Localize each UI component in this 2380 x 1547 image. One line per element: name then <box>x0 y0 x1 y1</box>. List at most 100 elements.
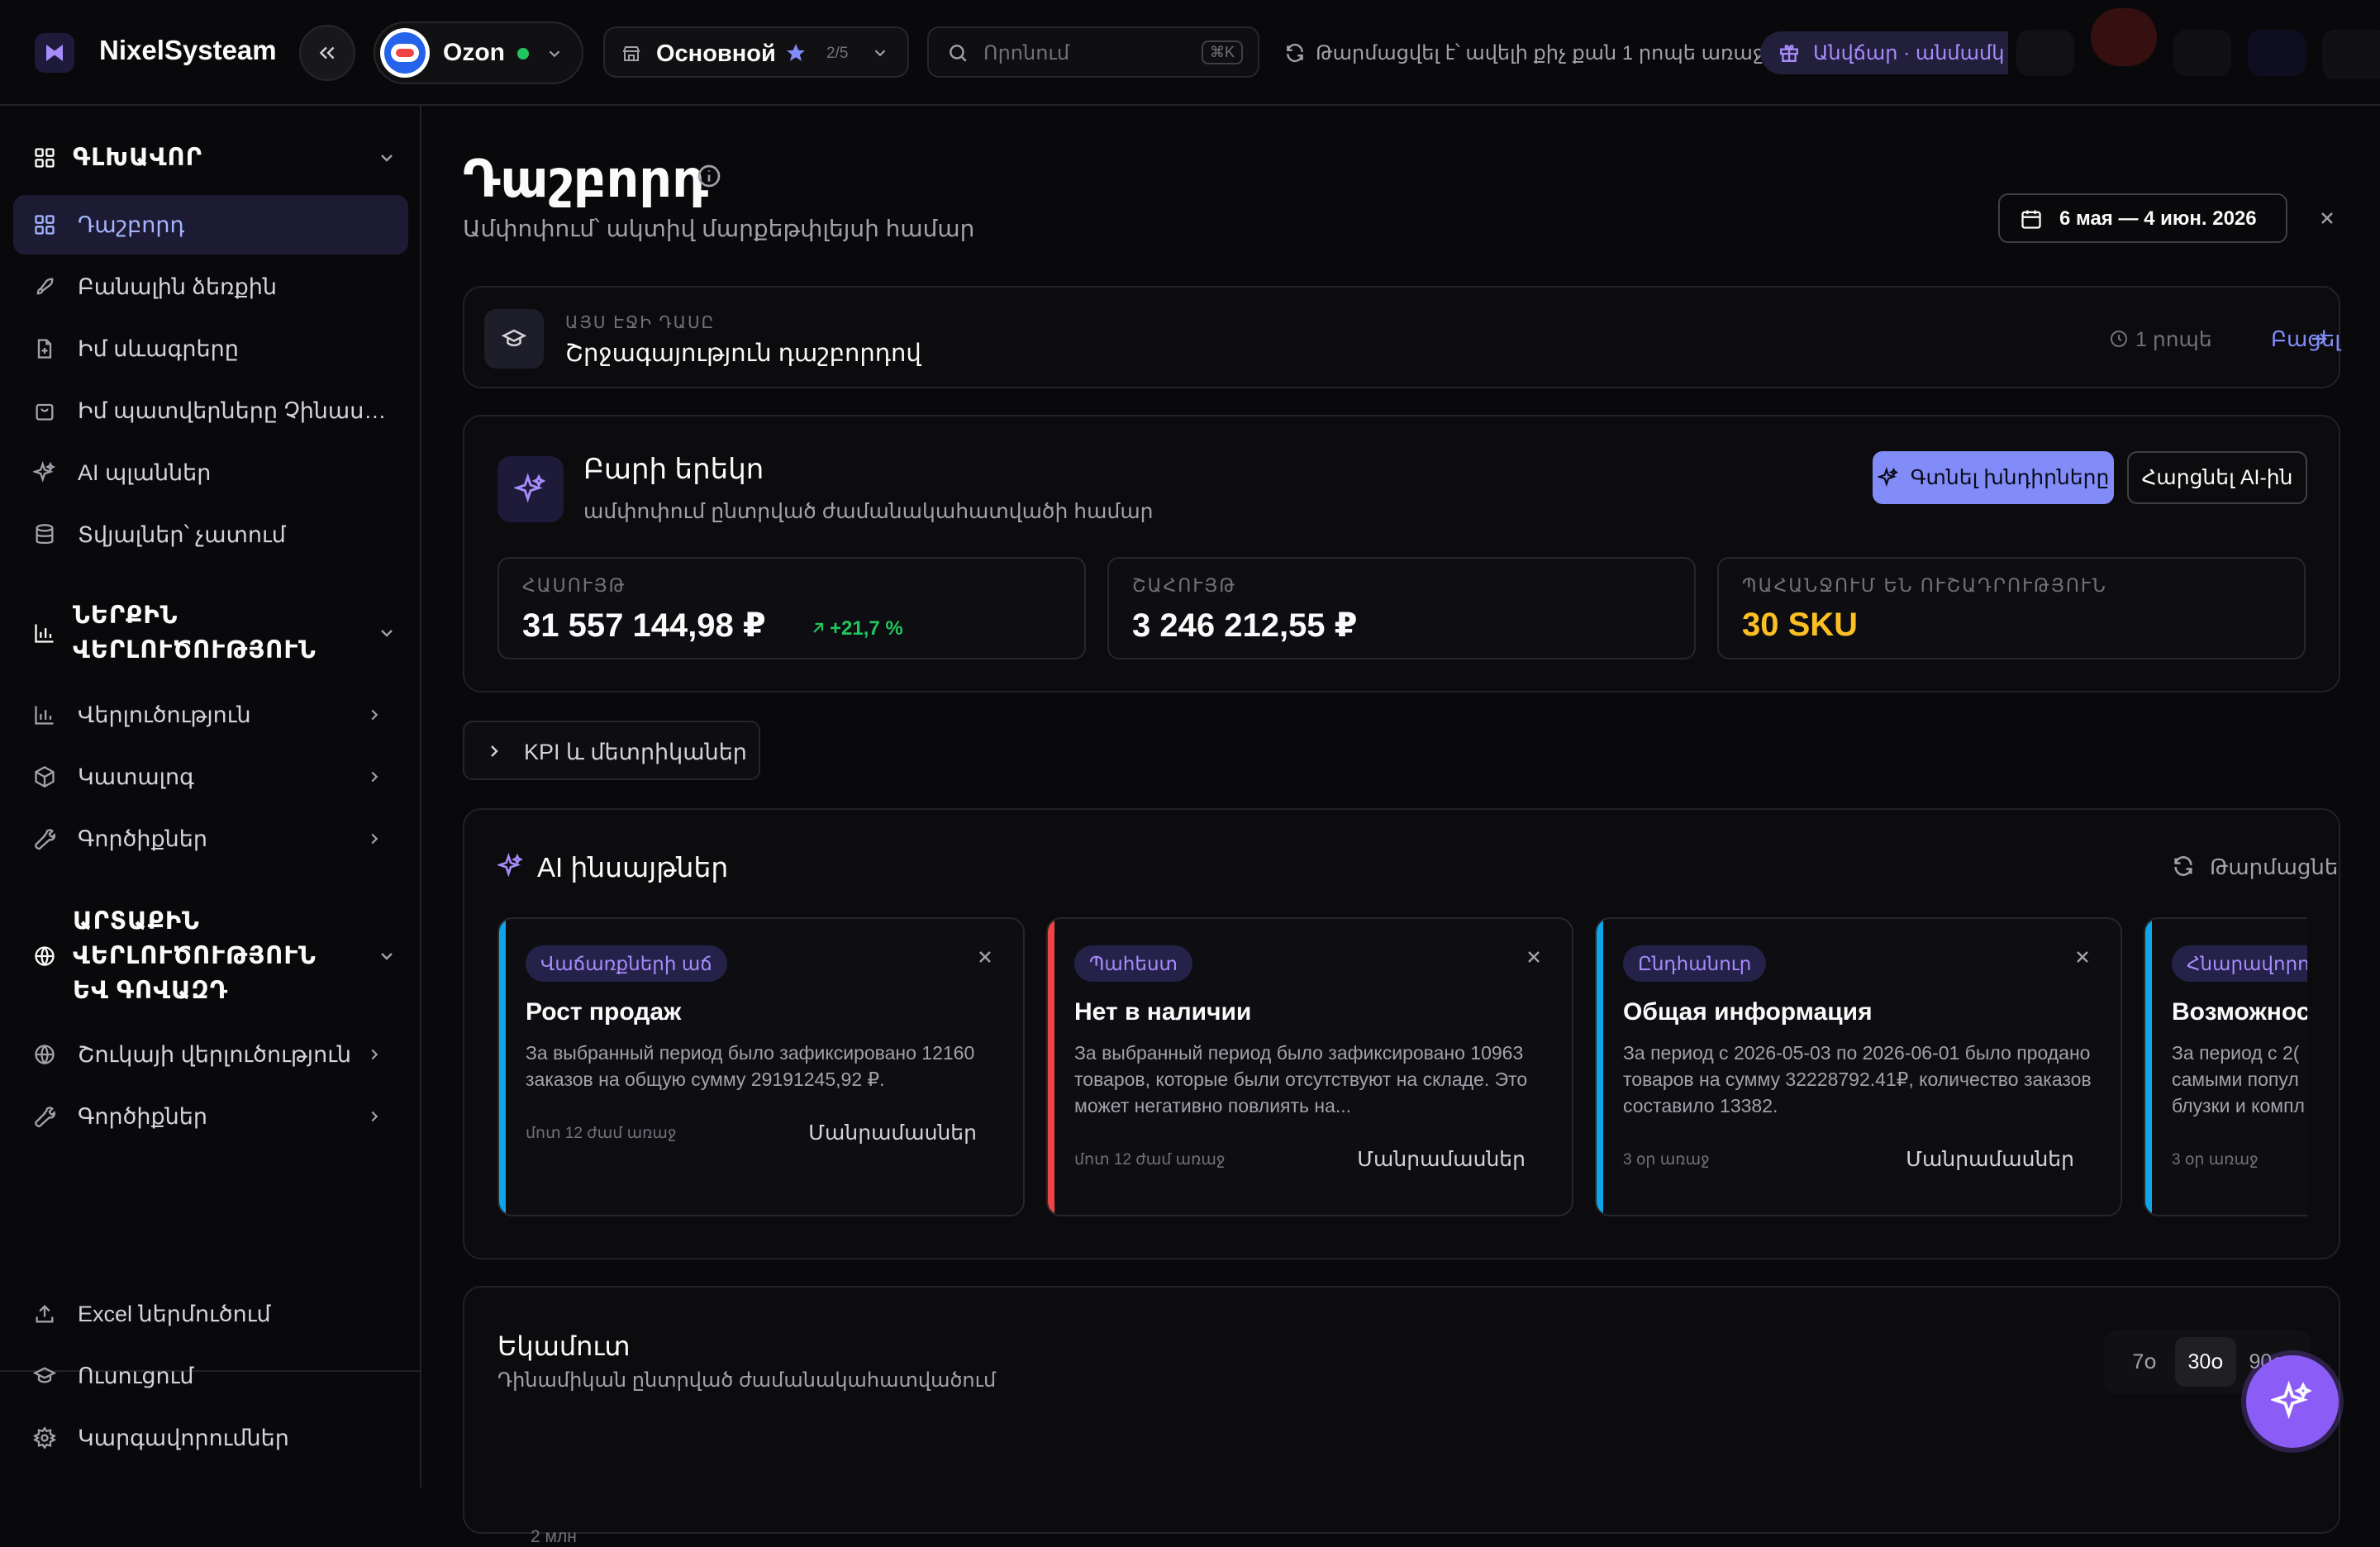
sidebar-item-tools[interactable]: Գործիքներ <box>13 809 408 869</box>
ai-assistant-fab[interactable] <box>2246 1355 2339 1448</box>
marketplace-selector[interactable]: Ozon <box>374 21 583 84</box>
ask-ai-button[interactable]: Հարցնել AI-ին <box>2127 451 2307 504</box>
lesson-duration: 1 րոպե <box>2135 328 2212 351</box>
online-status-dot <box>517 48 529 60</box>
stat-value: 31 557 144,98 ₽ <box>522 607 766 644</box>
sidebar-item-settings[interactable]: Կարգավորումներ <box>13 1408 408 1468</box>
sidebar-item-excel-import[interactable]: Excel ներմուծում <box>13 1284 408 1344</box>
insight-accent-bar <box>1597 919 1603 1215</box>
insight-details-button[interactable]: Մանրամասներ <box>1357 1147 1526 1172</box>
app-logo[interactable] <box>35 33 74 73</box>
sidebar-item-ai-plans[interactable]: AI պլաններ <box>13 443 408 502</box>
insight-accent-bar <box>2145 919 2152 1215</box>
date-range-picker[interactable]: 6 мая — 4 июн. 2026 <box>1998 193 2287 243</box>
lesson-card[interactable]: ԱՅՍ ԷՋԻ ԴԱՍԸ Շրջագայություն դաշբորդով 1 … <box>463 286 2340 388</box>
chevron-right-icon <box>371 1049 378 1060</box>
section-main-label: ԳԼԽԱՎՈՐ <box>73 145 202 171</box>
greeting-subtitle: ամփոփում ընտրված ժամանակահատվածի համար <box>583 500 1154 523</box>
calendar-icon <box>2021 210 2041 229</box>
stat-value: 30 SKU <box>1742 607 1859 643</box>
close-icon[interactable] <box>2073 947 2092 967</box>
sidebar-item-external-tools[interactable]: Գործիքներ <box>13 1087 408 1146</box>
chevron-right-icon <box>371 1111 378 1122</box>
refresh-icon[interactable] <box>1284 42 1306 64</box>
gift-icon <box>1780 45 1798 62</box>
stat-label: ՊԱՀԱՆՋՈՒՄ ԵՆ ՈՒՇԱԴՐՈՒԹՅՈՒՆ <box>1742 575 2107 596</box>
insight-tag: Ընդհանուր <box>1623 945 1767 982</box>
sidebar-item-drafts[interactable]: Իմ սևագրերը <box>13 319 408 378</box>
insight-tag: Հնարավորու <box>2172 945 2307 982</box>
period-7d[interactable]: 7օ <box>2114 1337 2175 1387</box>
sidebar-item-dashboard[interactable]: Դաշբորդ <box>13 195 408 255</box>
arrow-right-icon[interactable] <box>2309 329 2329 349</box>
period-30d[interactable]: 30օ <box>2175 1337 2236 1387</box>
chevrons-left-icon <box>319 46 335 60</box>
sidebar-item-label: AI պլաններ <box>78 459 212 485</box>
promo-badge[interactable]: Անվճար · անմամկ <box>1760 31 2008 74</box>
bar-chart-icon <box>35 624 54 643</box>
insight-card[interactable]: Ընդհանուր Общая информация За период с 2… <box>1595 917 2122 1216</box>
shop-selector[interactable]: Основной 2/5 <box>603 26 909 78</box>
upload-icon <box>36 1305 54 1323</box>
shop-name: Основной <box>656 40 776 67</box>
insight-card[interactable]: Պահեստ Нет в наличии За выбранный период… <box>1046 917 1573 1216</box>
collapse-sidebar-button[interactable] <box>299 25 355 81</box>
search-icon <box>950 45 967 62</box>
insight-tag: Պահեստ <box>1074 945 1192 982</box>
section-main[interactable]: ԳԼԽԱՎՈՐ <box>33 140 397 175</box>
date-range-text: 6 мая — 4 июн. 2026 <box>2059 207 2257 230</box>
chevron-down-icon <box>381 155 393 162</box>
insight-time: 3 օր առաջ <box>1623 1151 1710 1169</box>
sidebar-item-turnkey[interactable]: Բանալին ձեռքին <box>13 257 408 317</box>
sidebar-item-learning[interactable]: Ուսուցում <box>13 1346 408 1406</box>
section-internal[interactable]: ՆԵՐՔԻՆ ՎԵՐԼՈՒԾՈՒԹՅՈՒՆ <box>33 598 397 668</box>
insight-card[interactable]: Վաճառքների աճ Рост продаж За выбранный п… <box>497 917 1025 1216</box>
sidebar-item-data-chat[interactable]: Տվյալներ՝ չատում <box>13 505 408 564</box>
sidebar-item-catalog[interactable]: Կատալոգ <box>13 747 408 807</box>
chevron-down-icon <box>874 50 886 57</box>
sidebar-item-china-orders[interactable]: Իմ պատվերները Չինաստ... <box>13 381 408 440</box>
stat-label: ՇԱՀՈՒՅԹ <box>1132 575 1237 596</box>
search-input[interactable]: Որոնում <box>983 41 1069 65</box>
sidebar-item-analytics[interactable]: Վերլուծություն <box>13 685 408 745</box>
wrench-icon <box>35 1107 56 1128</box>
section-internal-label: ՆԵՐՔԻՆ ՎԵՐԼՈՒԾՈՒԹՅՈՒՆ <box>73 602 317 664</box>
sidebar-item-label: Excel ներմուծում <box>78 1301 271 1326</box>
section-external-label: ԱՐՏԱՔԻՆ ՎԵՐԼՈՒԾՈՒԹՅՈՒՆ ԵՎ ԳՈՎԱԶԴ <box>73 908 317 1004</box>
clear-date-icon[interactable] <box>2317 208 2337 228</box>
ozon-logo-icon <box>380 28 430 78</box>
close-icon[interactable] <box>975 947 995 967</box>
stat-value: 3 246 212,55 ₽ <box>1132 607 1358 644</box>
section-external[interactable]: ԱՐՏԱՔԻՆ ՎԵՐԼՈՒԾՈՒԹՅՈՒՆ ԵՎ ԳՈՎԱԶԴ <box>33 904 397 1008</box>
lesson-open-link[interactable]: Բացել <box>2271 326 2340 352</box>
kpi-toggle[interactable]: KPI և մետրիկաներ <box>463 721 760 780</box>
close-icon[interactable] <box>1524 947 1544 967</box>
lesson-kicker: ԱՅՍ ԷՋԻ ԴԱՍԸ <box>565 314 716 332</box>
sidebar-item-label: Իմ սևագրերը <box>78 336 239 361</box>
greeting-icon-box <box>497 456 564 522</box>
page-title: Դաշբորդ <box>463 151 709 208</box>
insight-time: մոտ 12 ժամ առաջ <box>526 1125 677 1142</box>
sparkles-icon <box>33 461 56 483</box>
sidebar-item-market-analytics[interactable]: Շուկայի վերլուծություն <box>13 1025 408 1084</box>
arrow-up-right-icon <box>813 622 824 633</box>
y-axis-tick: 2 млн <box>531 1527 577 1546</box>
insight-description: За выбранный период было зафиксировано 1… <box>526 1042 975 1090</box>
insight-card[interactable]: Հնարավորու Возможност За период с 2( сам… <box>2144 917 2307 1216</box>
promo-text: Անվճար · անմամկ <box>1813 42 2005 64</box>
insight-accent-bar <box>1048 919 1054 1215</box>
ai-insights-card: AI ինսայթներ Թարմացնել Վաճառքների աճ Рос… <box>463 808 2340 1259</box>
sidebar-item-label: Վերլուծություն <box>78 702 251 727</box>
find-problems-button[interactable]: Գտնել խնդիրները <box>1873 451 2114 504</box>
insight-details-button[interactable]: Մանրամասներ <box>1906 1147 2074 1172</box>
search-box[interactable]: Որոնում ⌘K <box>927 26 1259 78</box>
sidebar-item-label: Կատալոգ <box>78 764 194 789</box>
sidebar: ԳԼԽԱՎՈՐ Դաշբորդ Բանալին ձեռքին Իմ սևագրե… <box>0 106 421 1488</box>
insight-details-button[interactable]: Մանրամասներ <box>808 1121 977 1145</box>
box-icon <box>35 765 55 788</box>
info-icon[interactable] <box>696 163 722 189</box>
dashboard-icon <box>35 215 55 235</box>
star-icon <box>787 44 805 61</box>
chevron-down-icon <box>549 50 560 58</box>
graduation-cap-icon <box>33 1367 56 1383</box>
